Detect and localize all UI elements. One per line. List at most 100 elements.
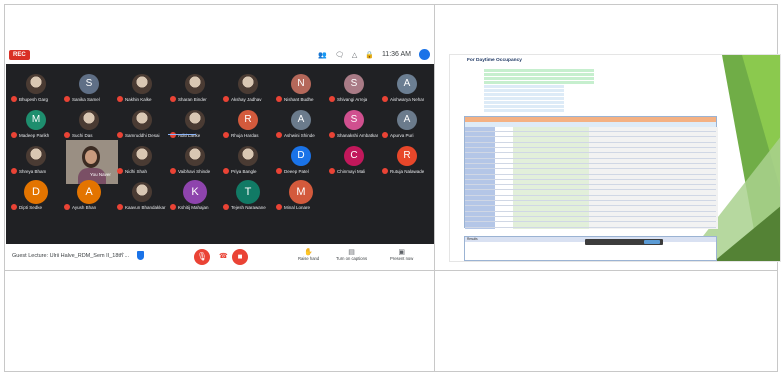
participant-tile[interactable]: C Chinmayi Mali <box>329 144 379 178</box>
participant-tile[interactable]: Akshay Jadhav <box>223 72 273 106</box>
mic-off-icon <box>329 132 335 138</box>
people-icon[interactable]: 👥 <box>318 51 327 59</box>
shield-icon[interactable] <box>137 251 144 260</box>
self-avatar[interactable] <box>419 49 430 60</box>
avatar <box>185 146 205 166</box>
avatar <box>238 74 258 94</box>
participant-tile[interactable]: Aditi Lanke <box>170 108 220 142</box>
avatar <box>79 110 99 130</box>
participant-tile[interactable]: Sharan Binder <box>170 72 220 106</box>
mic-off-icon <box>117 204 123 210</box>
participant-tile[interactable]: A Apurva Puri <box>382 108 432 142</box>
participant-name: Kshitij Mahajan <box>178 204 209 210</box>
participant-tile[interactable]: M Minal Lonare <box>276 180 326 214</box>
mic-off-icon <box>170 132 176 138</box>
mic-off-icon <box>329 168 335 174</box>
meeting-bottom-bar: Guest Lecture: Ulrii Halve_RDM_Sem II_18… <box>6 244 434 270</box>
avatar <box>185 74 205 94</box>
participant-tile[interactable]: Bhupesh Garg <box>11 72 61 106</box>
mic-off-button[interactable]: 🎙 <box>194 249 210 265</box>
avatar: M <box>26 110 46 130</box>
clock: 11:36 AM <box>381 51 411 58</box>
participant-name: Samruddhi Desai <box>125 132 160 138</box>
avatar: D <box>291 146 311 166</box>
mic-off-icon <box>382 96 388 102</box>
participant-tile[interactable]: A Ashwini Shinde <box>276 108 326 142</box>
captions-button[interactable]: ▤ Turn on captions <box>336 248 367 261</box>
raise-hand-button[interactable]: ✋ Raise hand <box>298 248 319 261</box>
participant-tile[interactable]: Suchi Das <box>64 108 114 142</box>
participant-tile[interactable]: Kaavun Bhandakkar <box>117 180 167 214</box>
mic-off-icon <box>64 132 70 138</box>
participant-name: Rhuja Hardas <box>231 132 259 138</box>
participant-tile[interactable]: Shreya Bham <box>11 144 61 178</box>
notification-button[interactable] <box>644 240 660 244</box>
participant-name: Priya Bangle <box>231 168 257 174</box>
participant-tile[interactable]: Priya Bangle <box>223 144 273 178</box>
participant-name: Nakhin Kalke <box>125 96 152 102</box>
participant-name: Madeep Parikh <box>19 132 50 138</box>
participant-tile[interactable]: D Deeep Patel <box>276 144 326 178</box>
participant-tile[interactable]: S Shanakshi Ambatkar <box>329 108 379 142</box>
panel-divider <box>434 4 435 372</box>
participant-grid: Bhupesh Garg S Sanika Samel Nakhin Kalke Sha… <box>8 68 432 240</box>
participant-tile[interactable]: Samruddhi Desai <box>117 108 167 142</box>
mic-off-icon <box>64 96 70 102</box>
mic-off-icon <box>223 96 229 102</box>
participant-name: Rutuja Nalawade <box>390 168 425 174</box>
slide-title: For Daytime Occupancy <box>467 58 522 63</box>
results-label: Results <box>467 237 478 241</box>
top-right-controls: 👥 🗨 △ 🔒 11:36 AM <box>318 49 430 60</box>
participant-tile[interactable]: N Nishant Budhe <box>276 72 326 106</box>
chat-icon[interactable]: 🗨 <box>335 51 344 59</box>
hangup-icon[interactable]: ☎ <box>219 252 228 260</box>
avatar: D <box>24 180 48 204</box>
participant-tile[interactable]: K Kshitij Mahajan <box>170 180 220 214</box>
camera-off-button[interactable]: ■ <box>232 249 248 265</box>
participant-tile[interactable]: Nakhin Kalke <box>117 72 167 106</box>
mic-off-icon <box>223 132 229 138</box>
info-block <box>464 68 624 112</box>
avatar: M <box>289 180 313 204</box>
participant-name: Apurva Puri <box>390 132 414 138</box>
meeting-title[interactable]: Guest Lecture: Ulrii Halve_RDM_Sem II_18… <box>12 253 129 259</box>
participant-tile[interactable]: D Dipti Sedke <box>11 180 61 214</box>
participant-name: Shanakshi Ambatkar <box>337 132 379 138</box>
activities-icon[interactable]: △ <box>352 51 357 59</box>
meeting-top-bar: REC 👥 🗨 △ 🔒 11:36 AM <box>6 46 434 64</box>
participant-name: Tejesh Narawane <box>231 204 266 210</box>
participant-tile[interactable]: Nidhi Shah <box>117 144 167 178</box>
participant-name: Nishant Budhe <box>284 96 314 102</box>
participant-tile[interactable]: Vaibhavi Shinde <box>170 144 220 178</box>
mic-off-icon <box>382 132 388 138</box>
chevron-up-icon[interactable]: ⌃ <box>120 252 125 259</box>
participant-tile[interactable]: S Shivangi Arreja <box>329 72 379 106</box>
avatar: A <box>291 110 311 130</box>
self-video-tile[interactable]: You Naver <box>66 140 118 184</box>
participant-tile[interactable]: A Ayush Bhan <box>64 180 114 214</box>
mic-off-icon <box>11 168 17 174</box>
lock-icon[interactable]: 🔒 <box>365 51 374 59</box>
avatar: A <box>77 180 101 204</box>
avatar: S <box>344 110 364 130</box>
participant-tile[interactable]: S Sanika Samel <box>64 72 114 106</box>
mic-off-icon <box>117 132 123 138</box>
avatar <box>238 146 258 166</box>
participant-name: Ayush Bhan <box>72 204 97 210</box>
data-table <box>464 116 718 229</box>
participant-tile[interactable]: R Rhuja Hardas <box>223 108 273 142</box>
participant-name: Chinmayi Mali <box>337 168 366 174</box>
present-now-button[interactable]: ▣ Present now <box>390 248 413 261</box>
participant-tile[interactable]: A Aishwarya Nehar <box>382 72 432 106</box>
mic-off-icon <box>276 204 282 210</box>
participant-tile[interactable]: T Tejesh Narawane <box>223 180 273 214</box>
screenshot-page: REC 👥 🗨 △ 🔒 11:36 AM Bhupesh Garg S Sanika… <box>0 0 782 376</box>
mic-off-icon <box>170 168 176 174</box>
mic-off-icon <box>170 204 176 210</box>
mic-off-icon <box>170 96 176 102</box>
avatar: A <box>397 74 417 94</box>
mic-off-icon <box>11 132 17 138</box>
participant-tile[interactable]: M Madeep Parikh <box>11 108 61 142</box>
avatar <box>26 74 46 94</box>
participant-tile[interactable]: R Rutuja Nalawade <box>382 144 432 178</box>
